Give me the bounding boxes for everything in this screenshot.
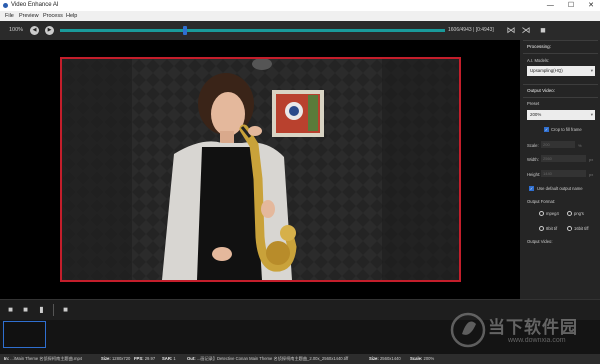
maximize-button[interactable]: ☐ bbox=[568, 0, 574, 11]
toolbar-divider bbox=[53, 304, 54, 316]
camera-icon[interactable]: ■ bbox=[537, 25, 549, 36]
default-name-checkbox[interactable]: ✓ bbox=[529, 186, 534, 191]
height-label: Height: bbox=[527, 172, 541, 177]
prev-frame-button[interactable]: ◀ bbox=[30, 26, 39, 35]
watermark-url: www.downxia.com bbox=[508, 337, 566, 344]
preset-select[interactable]: 200% bbox=[527, 110, 595, 120]
video-frame bbox=[60, 57, 461, 282]
app-logo-icon bbox=[3, 3, 8, 8]
output-label: Out: bbox=[187, 356, 196, 361]
next-frame-button[interactable]: ▶ bbox=[45, 26, 54, 35]
preset-label: Preset bbox=[527, 101, 540, 106]
add-video-icon[interactable]: ■ bbox=[5, 305, 16, 315]
format-mpeg4-label: mpeg4 bbox=[546, 211, 559, 216]
format-16bit-tiff-radio[interactable] bbox=[567, 226, 572, 231]
output-video-title: Output Video: bbox=[527, 88, 556, 93]
crop-label: Crop to fill frame bbox=[551, 127, 582, 132]
timeline-handle[interactable] bbox=[183, 26, 187, 35]
window-title: Video Enhance AI bbox=[11, 2, 59, 8]
format-mpeg4-radio[interactable] bbox=[539, 211, 544, 216]
split-in-icon[interactable]: ⋈ bbox=[505, 25, 517, 36]
split-out-icon[interactable]: ⋊ bbox=[520, 25, 532, 36]
format-8bit-tif-radio[interactable] bbox=[539, 226, 544, 231]
panel-divider bbox=[523, 97, 598, 98]
menu-preview[interactable]: Preview bbox=[19, 11, 39, 21]
width-unit: px bbox=[589, 157, 594, 162]
scale-unit: % bbox=[578, 143, 582, 148]
format-8bit-tif-label: 8bit tif bbox=[546, 226, 558, 231]
scale-status: 200% bbox=[423, 356, 435, 361]
scale-input[interactable]: 200 bbox=[541, 141, 575, 148]
output-video-path-label: Output Video: bbox=[527, 239, 553, 244]
crop-checkbox[interactable]: ✓ bbox=[544, 127, 549, 132]
output-format-label: Output Format: bbox=[527, 199, 556, 204]
panel-divider bbox=[523, 53, 598, 54]
sar-value: 1 bbox=[173, 356, 176, 361]
window-controls: — ☐ ✕ bbox=[547, 0, 594, 11]
minimize-button[interactable]: — bbox=[547, 0, 554, 11]
menu-bar: File Preview Process Help bbox=[0, 11, 600, 21]
scale-label: Scale: bbox=[527, 143, 539, 148]
output-size-label: Size: bbox=[369, 356, 379, 361]
scale-status-label: Scale: bbox=[410, 356, 423, 361]
width-label: Width: bbox=[527, 157, 539, 162]
width-input[interactable]: 2560 bbox=[541, 155, 586, 162]
video-preview-image bbox=[62, 59, 459, 280]
format-png-label: png's bbox=[574, 211, 584, 216]
playback-bar: 100% ◀ ▶ 1606/4943 | [0:4943] ⋈ ⋊ ■ bbox=[0, 21, 600, 40]
processing-title: Processing: bbox=[527, 44, 552, 49]
height-input[interactable]: 1440 bbox=[541, 170, 586, 177]
status-bar: In: ...\Main Theme 名侦探柯南主题曲.mp4 Size: 12… bbox=[0, 354, 600, 364]
ai-models-label: A.I. Models: bbox=[527, 58, 550, 63]
watermark-text: 当下软件园 bbox=[488, 318, 578, 337]
process-video-icon[interactable]: ■ bbox=[60, 305, 71, 315]
frame-counter: 1606/4943 | [0:4943] bbox=[448, 27, 494, 33]
trash-icon[interactable]: ▮ bbox=[36, 305, 47, 315]
fps-value: 29.97 bbox=[144, 356, 156, 361]
video-thumbnail[interactable] bbox=[3, 321, 46, 348]
panel-divider bbox=[523, 84, 598, 85]
fps-label: FPS: bbox=[134, 356, 144, 361]
output-size: 2560x1440 bbox=[379, 356, 401, 361]
title-bar: Video Enhance AI — ☐ ✕ bbox=[0, 0, 600, 11]
input-size: 1280x720 bbox=[111, 356, 131, 361]
timeline-slider[interactable] bbox=[60, 29, 445, 32]
zoom-level[interactable]: 100% bbox=[9, 27, 23, 33]
default-name-label: Use default output name bbox=[537, 186, 583, 191]
height-unit: px bbox=[589, 172, 594, 177]
sar-label: SAR: bbox=[162, 356, 173, 361]
watermark: 当下软件园 www.downxia.com bbox=[450, 308, 598, 352]
input-label: In: bbox=[4, 356, 10, 361]
input-file: ...\Main Theme 名侦探柯南主题曲.mp4 bbox=[10, 356, 83, 361]
panel-divider bbox=[523, 40, 598, 41]
output-file: ...画记录】Detective Conan Main Theme 名侦探柯南主… bbox=[196, 356, 349, 361]
input-size-label: Size: bbox=[101, 356, 111, 361]
menu-process[interactable]: Process bbox=[43, 11, 63, 21]
close-button[interactable]: ✕ bbox=[588, 0, 594, 11]
menu-file[interactable]: File bbox=[5, 11, 14, 21]
remove-video-icon[interactable]: ■ bbox=[20, 305, 31, 315]
video-viewer bbox=[0, 40, 520, 299]
format-png-radio[interactable] bbox=[567, 211, 572, 216]
format-16bit-tiff-label: 16bit tiff bbox=[574, 226, 589, 231]
ai-model-select[interactable]: Upsampling(HQ) bbox=[527, 66, 595, 76]
menu-help[interactable]: Help bbox=[66, 11, 77, 21]
